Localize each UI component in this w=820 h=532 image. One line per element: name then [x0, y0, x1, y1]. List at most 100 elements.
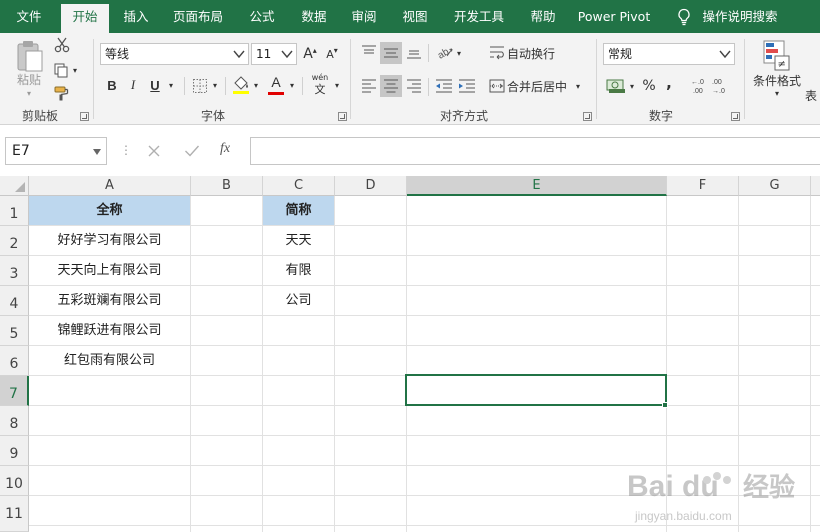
active-cell-e7[interactable] [405, 374, 667, 406]
percent-style-button[interactable]: % [640, 76, 658, 96]
wrap-text-icon[interactable] [489, 44, 505, 60]
align-right-icon[interactable] [406, 78, 422, 94]
merge-center-button[interactable]: 合并后居中 [507, 76, 569, 96]
alignment-launcher[interactable] [583, 112, 592, 121]
increase-font-size-button[interactable]: A ▴ [300, 43, 320, 65]
cell-a3[interactable]: 天天向上有限公司 [29, 256, 190, 286]
row-header-1[interactable]: 1 [0, 196, 29, 226]
decrease-decimal-icon[interactable]: .00 →.0 [711, 76, 731, 96]
font-color-button[interactable]: A [266, 73, 286, 97]
cell-a1[interactable]: 全称 [29, 196, 190, 225]
fill-color-icon[interactable] [232, 75, 250, 95]
row-header-10[interactable]: 10 [0, 466, 29, 496]
column-header-b[interactable]: B [191, 176, 263, 196]
row-header-6[interactable]: 6 [0, 346, 29, 376]
copy-caret-icon[interactable]: ▾ [70, 64, 80, 76]
tab-developer[interactable]: 开发工具 [446, 0, 512, 33]
row-header-4[interactable]: 4 [0, 286, 29, 316]
borders-caret-icon[interactable]: ▾ [210, 75, 220, 95]
font-size-dropdown[interactable]: 11 [251, 43, 297, 65]
fill-color-caret-icon[interactable]: ▾ [251, 75, 261, 95]
cell-c4[interactable]: 公司 [263, 286, 334, 316]
row-header-9[interactable]: 9 [0, 436, 29, 466]
fill-handle[interactable] [662, 402, 668, 408]
decrease-indent-icon[interactable] [435, 78, 453, 94]
cut-icon[interactable] [54, 37, 70, 53]
align-middle-button[interactable] [380, 42, 402, 64]
phonetic-caret-icon[interactable]: ▾ [332, 75, 342, 95]
column-header-e[interactable]: E [407, 176, 667, 196]
row-header-5[interactable]: 5 [0, 316, 29, 346]
comma-style-button[interactable]: , [662, 73, 676, 93]
orientation-caret-icon[interactable]: ▾ [454, 43, 464, 63]
orientation-icon[interactable]: ab [436, 43, 454, 61]
cell-a6[interactable]: 红包雨有限公司 [29, 346, 190, 376]
borders-icon[interactable] [192, 78, 208, 94]
column-header-partial[interactable] [811, 176, 820, 196]
column-header-c[interactable]: C [263, 176, 335, 196]
align-center-button[interactable] [380, 75, 402, 97]
cell-c2[interactable]: 天天 [263, 226, 334, 256]
tab-review[interactable]: 审阅 [342, 0, 386, 33]
tab-formulas[interactable]: 公式 [240, 0, 284, 33]
accounting-caret-icon[interactable]: ▾ [627, 76, 637, 96]
increase-indent-icon[interactable] [458, 78, 476, 94]
phonetic-guide-button[interactable]: wén 文 [308, 73, 332, 97]
merge-caret-icon[interactable]: ▾ [573, 76, 583, 96]
splitter-handle[interactable]: ⋮ [120, 142, 132, 158]
formula-input[interactable] [250, 137, 820, 165]
format-painter-icon[interactable] [54, 85, 70, 101]
cell-a5[interactable]: 锦鲤跃进有限公司 [29, 316, 190, 346]
number-launcher[interactable] [731, 112, 740, 121]
align-top-icon[interactable] [361, 44, 377, 60]
row-header-11[interactable]: 11 [0, 496, 29, 532]
cell-a2[interactable]: 好好学习有限公司 [29, 226, 190, 256]
tab-view[interactable]: 视图 [393, 0, 437, 33]
tell-me-search[interactable]: 操作说明搜索 [698, 0, 782, 33]
row-header-2[interactable]: 2 [0, 226, 29, 256]
insert-function-button[interactable]: fx [220, 141, 240, 161]
italic-button[interactable]: I [124, 75, 142, 95]
merge-center-icon[interactable] [489, 78, 505, 94]
select-all-button[interactable] [0, 176, 29, 196]
tab-file[interactable]: 文件 [0, 0, 58, 33]
row-header-3[interactable]: 3 [0, 256, 29, 286]
lightbulb-icon[interactable] [676, 8, 692, 26]
increase-decimal-icon[interactable]: ←.0 .00 [690, 76, 710, 96]
column-header-f[interactable]: F [667, 176, 739, 196]
copy-icon[interactable] [53, 62, 69, 78]
number-format-dropdown[interactable]: 常规 [603, 43, 735, 65]
tab-data[interactable]: 数据 [292, 0, 336, 33]
cell-a4[interactable]: 五彩斑斓有限公司 [29, 286, 190, 316]
align-bottom-icon[interactable] [406, 44, 422, 60]
cancel-icon[interactable] [147, 144, 161, 158]
font-color-caret-icon[interactable]: ▾ [287, 75, 297, 95]
cell-c1[interactable]: 简称 [263, 196, 334, 225]
bold-button[interactable]: B [103, 75, 121, 95]
conditional-formatting-icon[interactable]: ≠ [763, 40, 791, 72]
underline-button[interactable]: U [146, 75, 164, 95]
tab-insert[interactable]: 插入 [113, 0, 159, 33]
name-box[interactable]: E7 [5, 137, 107, 165]
column-header-g[interactable]: G [739, 176, 811, 196]
tab-page-layout[interactable]: 页面布局 [165, 0, 231, 33]
row-header-8[interactable]: 8 [0, 406, 29, 436]
column-header-a[interactable]: A [29, 176, 191, 196]
align-left-icon[interactable] [361, 78, 377, 94]
underline-caret-icon[interactable]: ▾ [166, 75, 176, 95]
wrap-text-button[interactable]: 自动换行 [507, 43, 561, 63]
conditional-caret-icon[interactable]: ▾ [772, 87, 782, 99]
cell-c3[interactable]: 有限 [263, 256, 334, 286]
accounting-format-icon[interactable] [606, 77, 626, 95]
font-launcher[interactable] [338, 112, 347, 121]
paste-icon[interactable] [14, 39, 44, 73]
decrease-font-size-button[interactable]: A ▾ [322, 43, 342, 65]
tab-home[interactable]: 开始 [61, 4, 109, 33]
tab-help[interactable]: 帮助 [521, 0, 565, 33]
enter-check-icon[interactable] [184, 144, 200, 158]
row-header-7[interactable]: 7 [0, 376, 29, 406]
column-header-d[interactable]: D [335, 176, 407, 196]
format-as-table-button[interactable]: 表 [805, 85, 820, 105]
tab-power-pivot[interactable]: Power Pivot [573, 0, 655, 33]
clipboard-launcher[interactable] [80, 112, 89, 121]
